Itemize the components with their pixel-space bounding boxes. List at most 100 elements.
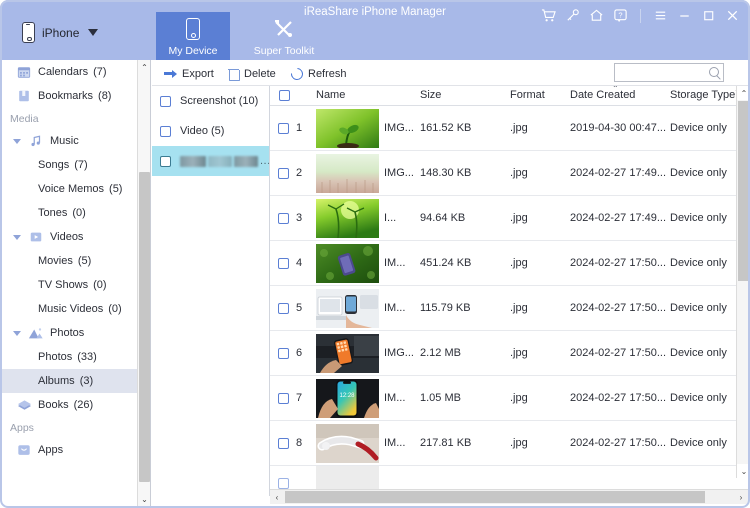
photos-icon	[28, 325, 44, 341]
column-header-size[interactable]: Size	[420, 89, 441, 104]
row-format: .jpg	[510, 302, 528, 314]
scrollbar-thumb[interactable]	[285, 491, 705, 503]
maximize-icon[interactable]	[701, 8, 716, 23]
row-checkbox[interactable]	[278, 438, 289, 449]
column-header-format[interactable]: Format	[510, 89, 545, 104]
table-row[interactable]: 6 IMG... 2.12 MB .jpg 2024-02-27 17:50... Dev…	[270, 331, 748, 376]
sidebar-item-calendars[interactable]: Calendars (7)	[2, 60, 137, 84]
table-row[interactable]: 3 I... 94.64 KB .jpg 2024-02-27 17:49... Devi…	[270, 196, 748, 241]
sidebar-item-videos[interactable]: Videos	[2, 225, 137, 249]
tab-my-device[interactable]: My Device	[156, 12, 230, 60]
row-checkbox[interactable]	[278, 168, 289, 179]
scroll-up-icon[interactable]: ⌃	[138, 60, 150, 74]
scrollbar-thumb[interactable]	[738, 101, 750, 281]
column-header-storage[interactable]: Storage Type	[670, 89, 735, 104]
minimize-icon[interactable]	[677, 8, 692, 23]
row-checkbox[interactable]	[278, 123, 289, 134]
sidebar-item-movies[interactable]: Movies (5)	[2, 249, 137, 273]
table-row[interactable]: 1 IMG... 161.52 KB .jpg 2019-04-30 00:47... D…	[270, 106, 748, 151]
table-horizontal-scrollbar[interactable]: ‹ ›	[270, 489, 748, 504]
row-format: .jpg	[510, 257, 528, 269]
sidebar-item-voice-memos[interactable]: Voice Memos (5)	[2, 177, 137, 201]
table-select-all-checkbox[interactable]	[279, 90, 290, 101]
sidebar-item-count: (0)	[72, 207, 86, 219]
sidebar-item-apps[interactable]: Apps	[2, 438, 137, 462]
scrollbar-thumb[interactable]	[139, 172, 150, 482]
export-button[interactable]: Export	[164, 65, 214, 82]
sidebar-item-albums[interactable]: Albums (3)	[2, 369, 137, 393]
delete-button[interactable]: Delete	[228, 65, 276, 82]
sidebar-item-photos[interactable]: Photos (33)	[2, 345, 137, 369]
album-list-item[interactable]: Video (5)	[152, 116, 269, 146]
album-list-item[interactable]: ...	[152, 146, 269, 176]
table-row[interactable]: 2 IMG... 148.30 KB .jpg 2024-02-27 17:49... D…	[270, 151, 748, 196]
tab-super-toolkit[interactable]: Super Toolkit	[242, 12, 326, 60]
album-checkbox[interactable]	[160, 155, 171, 167]
table-row[interactable]: 7 12:28 IM... 1.05 MB .jpg 2024-02-27 17:50..…	[270, 376, 748, 421]
refresh-button[interactable]: Refresh	[288, 65, 347, 82]
row-checkbox[interactable]	[278, 478, 289, 489]
chevron-down-icon[interactable]	[10, 330, 24, 336]
scroll-down-icon[interactable]: ⌄	[138, 492, 150, 506]
table-row[interactable]: 8 IM... 217.81 KB .jpg 2024-02-27 17:50... De…	[270, 421, 748, 466]
album-checkbox[interactable]	[160, 95, 171, 107]
search-icon[interactable]	[709, 67, 719, 77]
table-row[interactable]: 4 IM... 451.24 KB .jpg 2024-02-27 17:50... De…	[270, 241, 748, 286]
sidebar-item-label: Books	[38, 399, 69, 411]
scroll-up-icon[interactable]: ⌃	[737, 86, 750, 100]
album-list[interactable]: Screenshot (10) Video (5)...	[152, 86, 270, 496]
sidebar-item-label: Albums	[38, 375, 75, 387]
device-selector[interactable]: iPhone	[22, 22, 99, 43]
chevron-down-icon[interactable]	[10, 138, 24, 144]
tools-icon	[273, 19, 295, 44]
scroll-left-icon[interactable]: ‹	[270, 490, 284, 504]
row-index: 2	[296, 167, 303, 179]
row-index: 5	[296, 302, 303, 314]
sidebar[interactable]: Calendars (7) Bookmarks (8) Media Music Songs (…	[2, 60, 151, 506]
row-index: 7	[296, 392, 303, 404]
sidebar-item-music[interactable]: Music	[2, 129, 137, 153]
column-header-date[interactable]: Date Created	[570, 89, 635, 104]
export-label: Export	[182, 67, 214, 80]
scroll-down-icon[interactable]: ⌄	[737, 464, 750, 478]
caret-down-icon[interactable]	[88, 29, 99, 36]
home-icon[interactable]	[589, 8, 604, 23]
sidebar-item-label: Tones	[38, 207, 68, 219]
sidebar-item-tv-shows[interactable]: TV Shows (0)	[2, 273, 137, 297]
key-icon[interactable]	[565, 8, 580, 23]
chevron-down-icon[interactable]	[10, 234, 24, 240]
row-size: 1.05 MB	[420, 392, 461, 404]
row-checkbox[interactable]	[278, 213, 289, 224]
menu-icon[interactable]	[653, 8, 668, 23]
row-checkbox[interactable]	[278, 393, 289, 404]
sidebar-scrollbar[interactable]: ⌃ ⌄	[137, 60, 150, 506]
column-header-name[interactable]: Name	[316, 89, 345, 104]
row-checkbox[interactable]	[278, 258, 289, 269]
sidebar-item-books[interactable]: Books (26)	[2, 393, 137, 417]
row-size: 2.12 MB	[420, 347, 461, 359]
album-list-item[interactable]: Screenshot (10)	[152, 86, 269, 116]
sidebar-item-photos[interactable]: Photos	[2, 321, 137, 345]
sidebar-item-tones[interactable]: Tones (0)	[2, 201, 137, 225]
row-name: IMG...	[384, 122, 414, 134]
scroll-right-icon[interactable]: ›	[734, 490, 748, 504]
help-icon[interactable]: ?	[613, 8, 628, 23]
search-input[interactable]	[619, 64, 704, 81]
row-checkbox[interactable]	[278, 348, 289, 359]
album-checkbox[interactable]	[160, 125, 171, 137]
search-box[interactable]	[614, 63, 724, 82]
row-checkbox[interactable]	[278, 303, 289, 314]
sidebar-item-music-videos[interactable]: Music Videos (0)	[2, 297, 137, 321]
close-icon[interactable]	[725, 8, 740, 23]
sidebar-item-songs[interactable]: Songs (7)	[2, 153, 137, 177]
table-row[interactable]: 5 IM... 115.79 KB .jpg 2024-02-27 17:50... De…	[270, 286, 748, 331]
row-thumbnail	[316, 199, 379, 238]
row-date: 2024-02-27 17:50...	[570, 437, 667, 449]
table-vertical-scrollbar[interactable]: ⌃ ⌄	[736, 86, 750, 478]
export-icon	[164, 68, 177, 79]
sidebar-group-media: Media	[10, 113, 39, 125]
sidebar-item-bookmarks[interactable]: Bookmarks (8)	[2, 84, 137, 108]
sidebar-item-count: (7)	[74, 159, 88, 171]
file-table[interactable]: Name Size Format Date Created ⌃ Storage …	[270, 86, 748, 496]
cart-icon[interactable]	[541, 8, 556, 23]
